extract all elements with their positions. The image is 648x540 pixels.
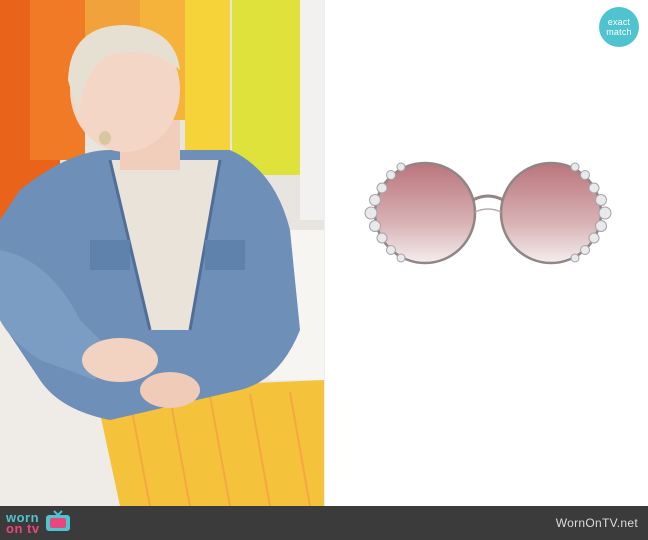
sunglasses-product-image[interactable] xyxy=(325,0,648,506)
badge-line-2: match xyxy=(606,27,632,37)
site-logo[interactable]: worn on tv xyxy=(6,509,72,538)
exact-match-badge: exact match xyxy=(599,7,639,47)
photo-illustration xyxy=(0,0,324,506)
tv-icon xyxy=(44,509,72,538)
footer-bar: worn on tv WornOnTV.net xyxy=(0,506,648,540)
logo-ontv-text: on tv xyxy=(6,521,40,536)
badge-line-1: exact xyxy=(607,17,631,27)
show-still-photo xyxy=(0,0,324,506)
site-url-text[interactable]: WornOnTV.net xyxy=(556,516,638,530)
product-panel[interactable] xyxy=(325,0,648,506)
